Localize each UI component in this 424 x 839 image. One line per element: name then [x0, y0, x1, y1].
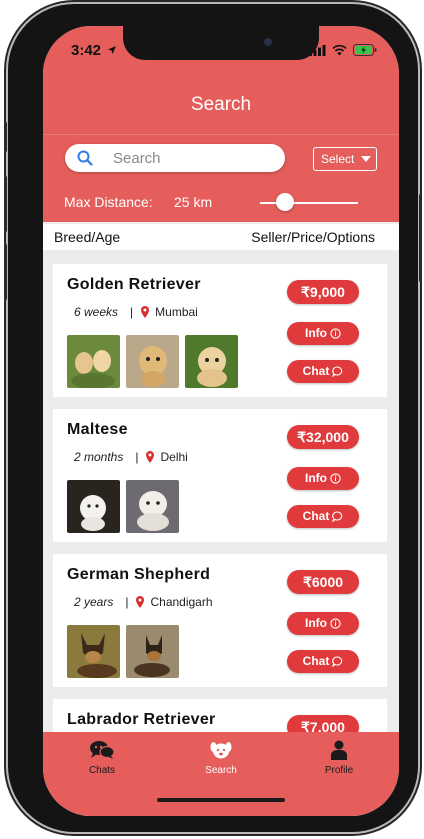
dog-photo[interactable] — [126, 625, 179, 678]
location-text: Delhi — [160, 450, 188, 464]
max-distance-label: Max Distance: — [64, 194, 153, 210]
wifi-icon — [332, 44, 347, 55]
header-divider — [43, 134, 399, 135]
power-button — [419, 194, 422, 282]
chat-bubbles-icon — [90, 741, 115, 759]
dog-photo[interactable] — [126, 335, 179, 388]
caret-down-icon — [361, 156, 371, 162]
dog-photo[interactable] — [126, 480, 179, 533]
listing-meta: 2 months | Delhi — [74, 450, 188, 464]
search-placeholder: Search — [113, 150, 161, 167]
info-button[interactable]: Info — [287, 467, 359, 490]
search-input[interactable]: Search — [65, 144, 285, 172]
phone-frame: 3:42 Search Search Select Max Distance: … — [4, 4, 422, 832]
home-indicator — [157, 798, 285, 802]
meta-separator: | — [135, 450, 139, 464]
breed-name: German Shepherd — [67, 566, 211, 583]
info-icon — [330, 473, 341, 484]
chat-button[interactable]: Chat — [287, 650, 359, 673]
age-text: 2 months — [74, 450, 124, 464]
listing-meta: 6 weeks | Mumbai — [74, 305, 198, 319]
location-text: Mumbai — [155, 305, 198, 319]
price-badge: ₹32,000 — [287, 425, 359, 449]
phone-screen: 3:42 Search Search Select Max Distance: … — [43, 26, 399, 816]
info-button[interactable]: Info — [287, 322, 359, 345]
column-headers: Breed/Age Seller/Price/Options — [43, 224, 399, 250]
price-badge: ₹9,000 — [287, 280, 359, 304]
info-icon — [330, 618, 341, 629]
max-distance-value: 25 km — [174, 194, 213, 210]
breed-name: Golden Retriever — [67, 276, 201, 293]
info-icon — [330, 328, 341, 339]
notch — [123, 26, 319, 60]
location-pin-icon — [136, 596, 145, 608]
volume-up-button — [4, 176, 7, 232]
search-icon — [77, 150, 93, 166]
dog-face-icon — [210, 742, 232, 759]
listing-card[interactable]: German Shepherd 2 years | Chandigarh ₹60… — [53, 554, 387, 687]
chat-button[interactable]: Chat — [287, 505, 359, 528]
bottom-tab-bar: Chats Search Profile — [43, 732, 399, 816]
listing-card[interactable]: Maltese 2 months | Delhi ₹32,000 Info Ch… — [53, 409, 387, 542]
dog-photo[interactable] — [67, 335, 120, 388]
price-badge: ₹6000 — [287, 570, 359, 594]
distance-slider-thumb[interactable] — [275, 193, 294, 211]
select-label: Select — [321, 152, 355, 166]
tab-profile[interactable]: Profile — [309, 740, 369, 776]
tab-chats[interactable]: Chats — [72, 740, 132, 776]
listing-card[interactable]: Golden Retriever 6 weeks | Mumbai ₹9,000 — [53, 264, 387, 397]
volume-down-button — [4, 244, 7, 300]
age-text: 2 years — [74, 595, 114, 609]
meta-separator: | — [125, 595, 129, 609]
breed-name: Maltese — [67, 421, 128, 438]
photo-thumbnails — [67, 625, 179, 678]
listing-meta: 2 years | Chandigarh — [74, 595, 213, 609]
camera — [264, 38, 272, 46]
dog-photo[interactable] — [185, 335, 238, 388]
location-pin-icon — [141, 306, 150, 318]
page-title: Search — [190, 94, 252, 115]
column-breed-age: Breed/Age — [54, 229, 121, 245]
select-dropdown[interactable]: Select — [313, 147, 377, 171]
column-seller-price-options: Seller/Price/Options — [251, 229, 375, 245]
mute-switch — [4, 122, 7, 152]
chat-bubble-icon — [332, 511, 343, 523]
dog-photo[interactable] — [67, 480, 120, 533]
chat-bubble-icon — [332, 656, 343, 668]
status-time: 3:42 — [71, 42, 117, 59]
distance-slider-track[interactable] — [260, 202, 358, 204]
person-icon — [331, 740, 347, 760]
dog-photo[interactable] — [67, 625, 120, 678]
battery-charging-icon — [353, 44, 377, 56]
chat-bubble-icon — [332, 366, 343, 378]
status-icons — [309, 44, 377, 56]
info-button[interactable]: Info — [287, 612, 359, 635]
photo-thumbnails — [67, 335, 238, 388]
tab-search[interactable]: Search — [191, 740, 251, 776]
photo-thumbnails — [67, 480, 179, 533]
signal-icon — [309, 44, 326, 56]
location-arrow-icon — [108, 46, 117, 54]
location-pin-icon — [146, 451, 155, 463]
chat-button[interactable]: Chat — [287, 360, 359, 383]
breed-name: Labrador Retriever — [67, 711, 216, 728]
age-text: 6 weeks — [74, 305, 119, 319]
location-text: Chandigarh — [150, 595, 213, 609]
meta-separator: | — [130, 305, 134, 319]
